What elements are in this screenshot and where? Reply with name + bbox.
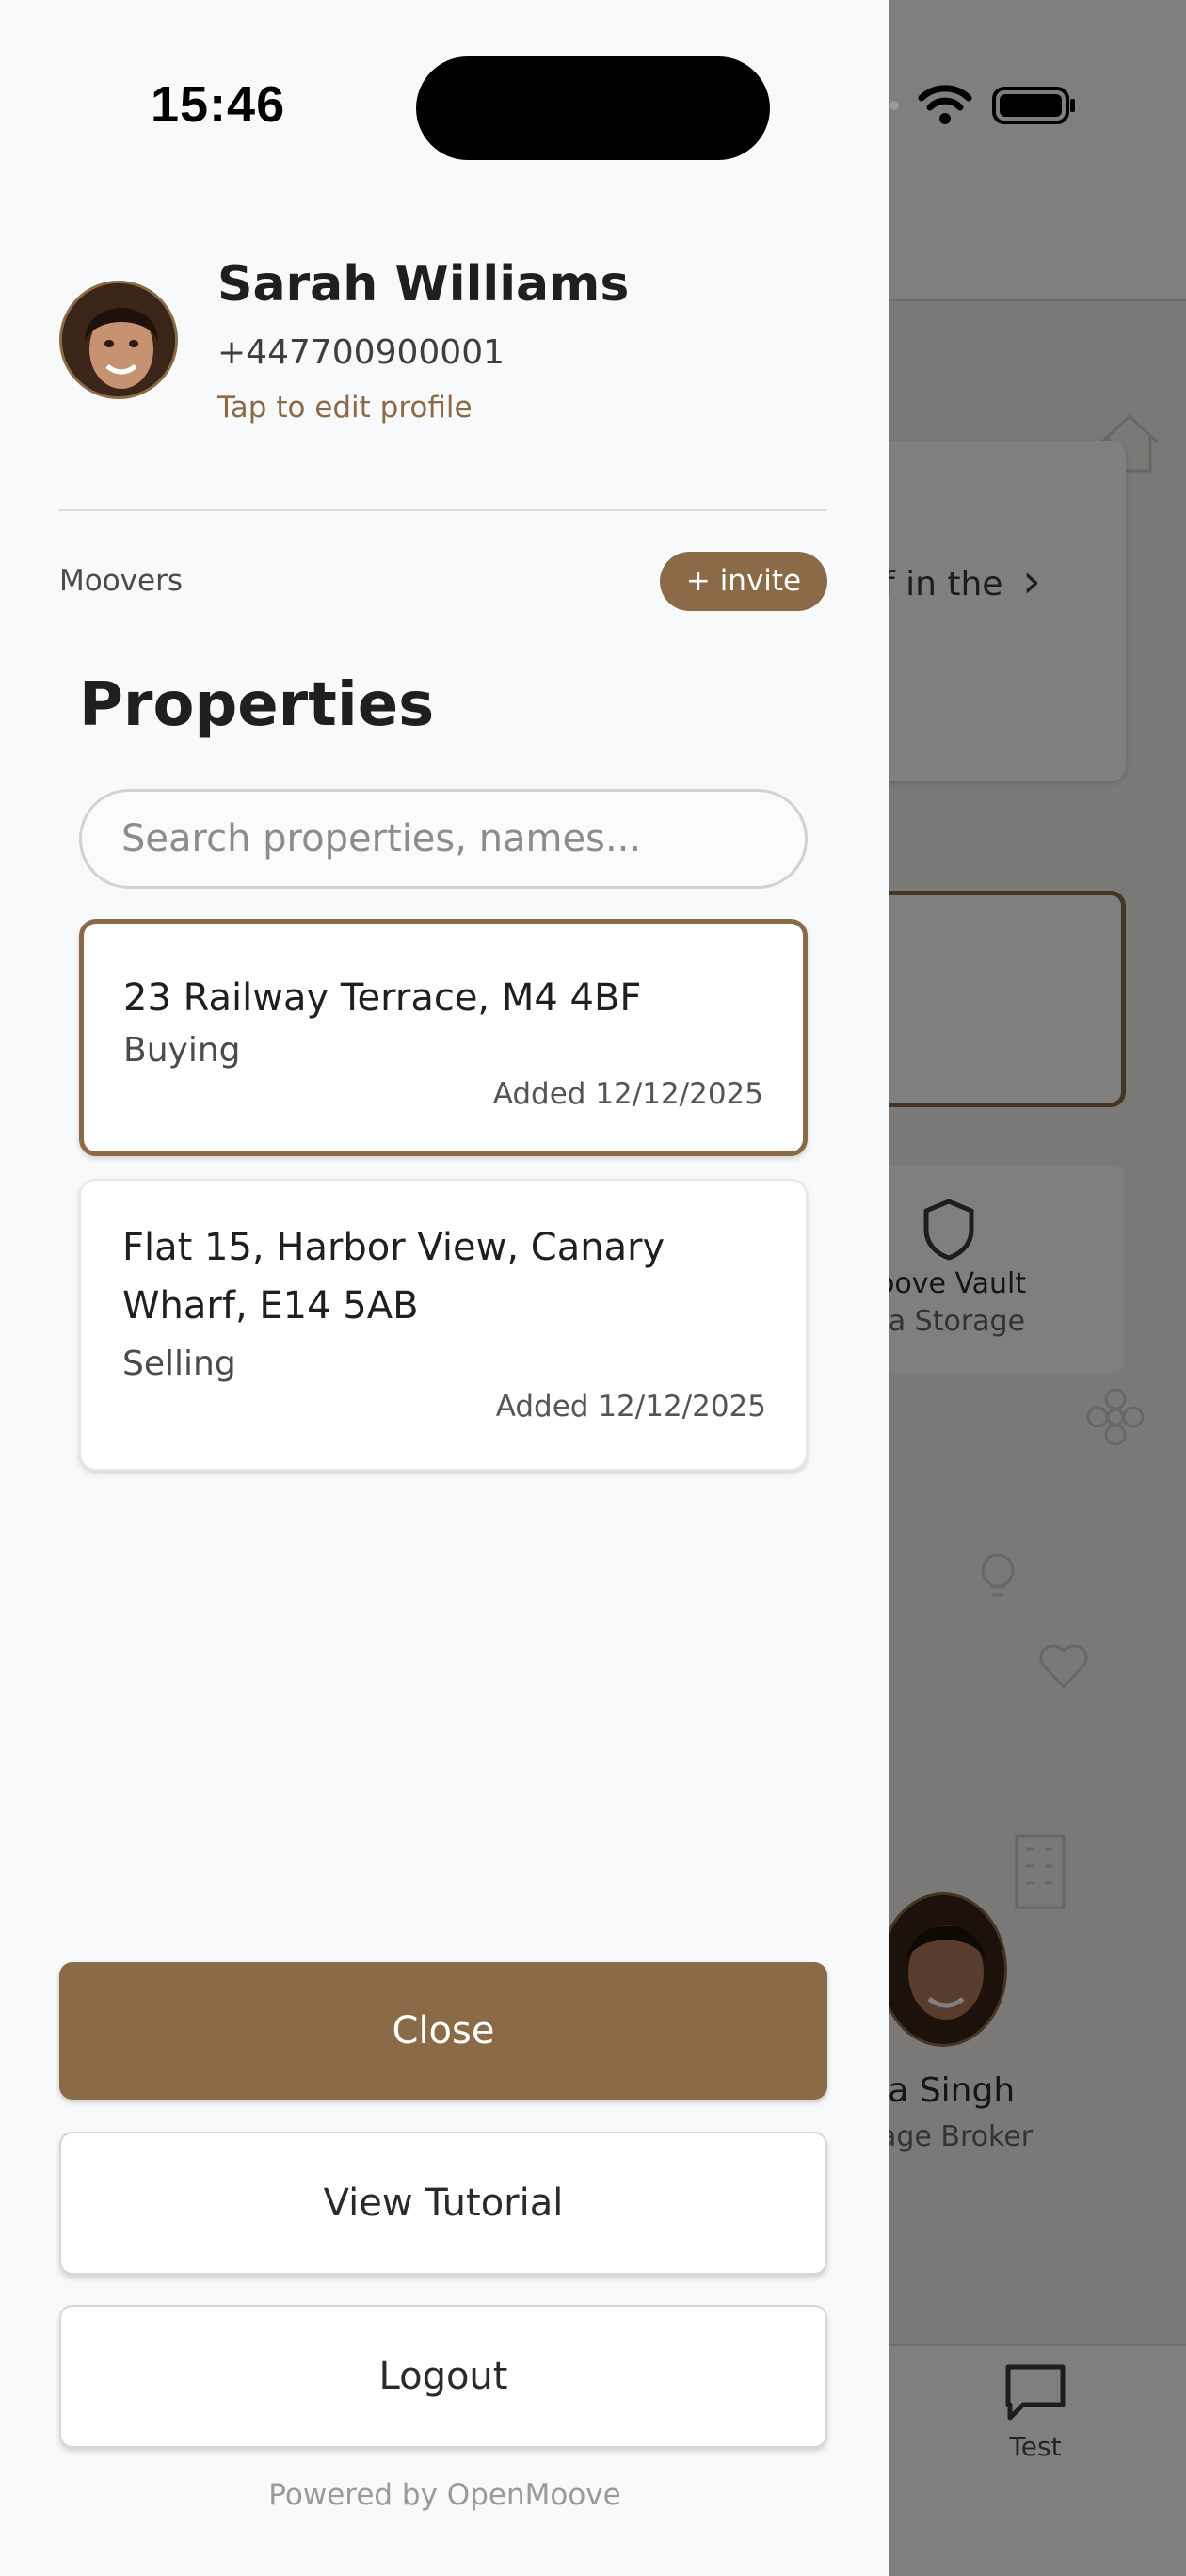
side-drawer: 15:46 Sarah Williams +447700900001 Tap t… <box>0 0 890 2576</box>
property-address: Flat 15, Harbor View, Canary Wharf, E14 … <box>122 1226 665 1328</box>
property-search-input[interactable] <box>79 789 808 889</box>
divider <box>59 509 827 511</box>
logout-button[interactable]: Logout <box>59 2305 827 2448</box>
moovers-section-label: Moovers <box>59 564 183 598</box>
profile-name[interactable]: Sarah Williams <box>217 256 629 313</box>
property-role: Buying <box>123 1031 241 1070</box>
profile-phone[interactable]: +447700900001 <box>217 333 505 372</box>
battery-icon <box>992 87 1075 124</box>
property-card[interactable]: Flat 15, Harbor View, Canary Wharf, E14 … <box>79 1179 808 1471</box>
profile-avatar[interactable] <box>59 281 178 399</box>
status-time: 15:46 <box>151 76 286 133</box>
property-role: Selling <box>122 1344 236 1383</box>
invite-button[interactable]: + invite <box>660 552 827 611</box>
dynamic-island <box>416 56 770 160</box>
property-added-date: Added 12/12/2025 <box>492 1077 763 1111</box>
property-added-date: Added 12/12/2025 <box>495 1390 766 1424</box>
close-button[interactable]: Close <box>59 1962 827 2100</box>
property-address: 23 Railway Terrace, M4 4BF <box>123 976 642 1020</box>
edit-profile-link[interactable]: Tap to edit profile <box>217 391 473 425</box>
view-tutorial-button[interactable]: View Tutorial <box>59 2132 827 2275</box>
wifi-icon <box>918 85 972 124</box>
property-card-selected[interactable]: 23 Railway Terrace, M4 4BF Buying Added … <box>79 919 808 1156</box>
properties-title: Properties <box>79 670 435 740</box>
powered-by-footer: Powered by OpenMoove <box>268 2478 621 2512</box>
